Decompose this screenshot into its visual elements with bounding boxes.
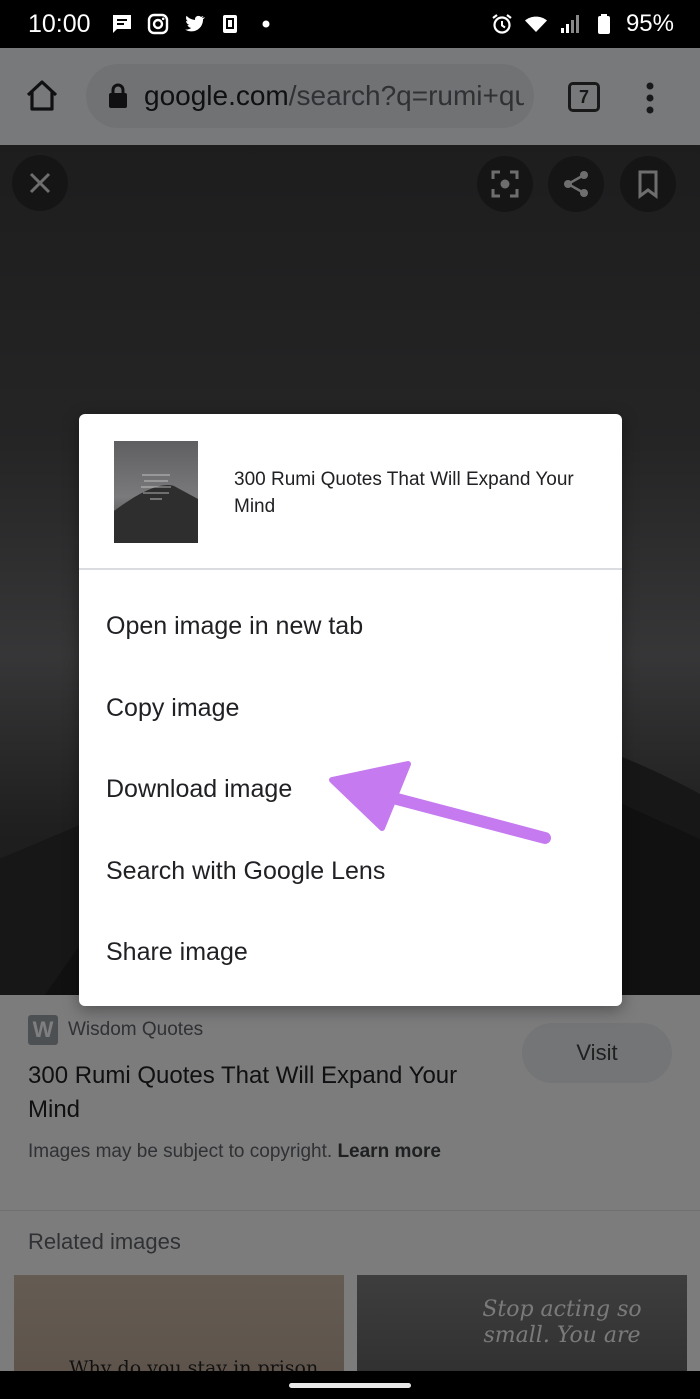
phone-link-icon xyxy=(223,15,237,33)
system-nav-bar xyxy=(0,1371,700,1399)
annotation-arrow-icon xyxy=(329,761,551,844)
status-time: 10:00 xyxy=(28,10,91,38)
download-image-item[interactable]: Download image xyxy=(106,775,292,804)
twitter-icon xyxy=(185,15,205,32)
home-gesture-pill[interactable] xyxy=(289,1383,411,1388)
alarm-icon xyxy=(492,14,512,34)
system-icons: 95% xyxy=(490,10,674,38)
share-image-item[interactable]: Share image xyxy=(106,938,248,967)
wifi-icon xyxy=(524,16,547,32)
status-bar: 10:00 95% xyxy=(0,0,700,48)
battery-icon xyxy=(597,14,610,34)
search-google-lens-item[interactable]: Search with Google Lens xyxy=(106,857,385,886)
thumbnail-art xyxy=(114,474,198,543)
instagram-icon xyxy=(147,13,169,35)
signal-icon xyxy=(560,15,579,33)
copy-image-item[interactable]: Copy image xyxy=(106,694,239,723)
dot-icon xyxy=(262,20,270,28)
message-icon xyxy=(113,15,131,33)
image-context-menu: 300 Rumi Quotes That Will Expand Your Mi… xyxy=(79,414,622,1006)
image-thumbnail xyxy=(114,441,198,543)
context-menu-title: 300 Rumi Quotes That Will Expand Your Mi… xyxy=(234,469,574,517)
context-menu-header: 300 Rumi Quotes That Will Expand Your Mi… xyxy=(79,414,622,570)
battery-level: 95% xyxy=(625,10,674,37)
notification-icons xyxy=(110,12,278,36)
open-image-new-tab-item[interactable]: Open image in new tab xyxy=(106,612,363,641)
